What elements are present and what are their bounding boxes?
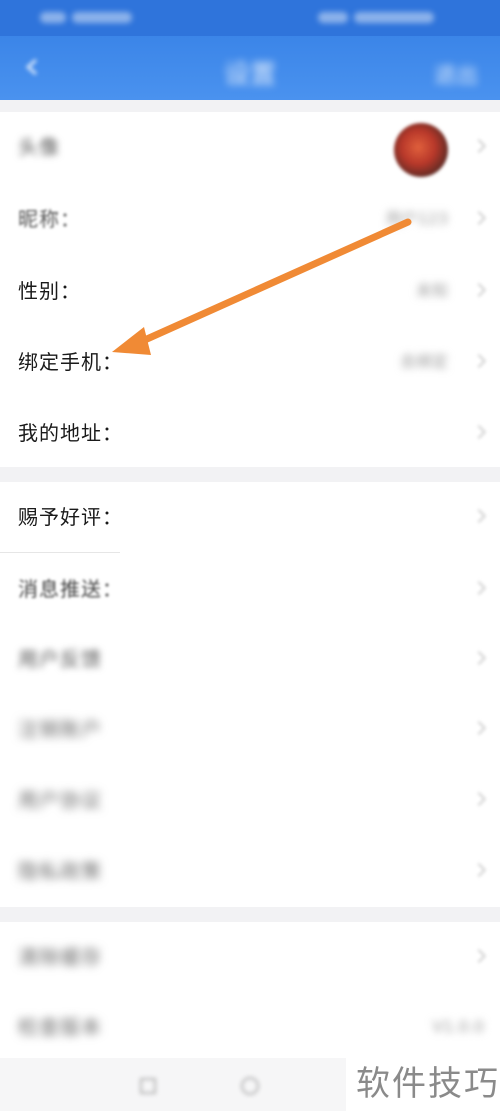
chevron-right-icon (471, 862, 487, 878)
page-title: 设置 (223, 60, 276, 90)
chevron-right-icon (471, 138, 487, 154)
settings-group: 赐予好评： 消息推送： 用户反馈 注销账户 用户协议 隐私政策 (0, 482, 500, 907)
chevron-right-icon (471, 353, 487, 369)
bind-phone-row[interactable]: 绑定手机： 去绑定 (0, 327, 500, 397)
bind-phone-label: 绑定手机： (18, 350, 123, 374)
privacy-label: 隐私政策 (18, 859, 102, 883)
menu-icon[interactable] (138, 1076, 158, 1096)
chevron-right-icon (471, 650, 487, 666)
deactivate-label: 注销账户 (18, 717, 102, 741)
nickname-label: 昵称： (18, 207, 81, 231)
push-row[interactable]: 消息推送： (0, 554, 500, 624)
logout-button[interactable]: 退出 (434, 58, 478, 90)
nickname-value: 用户123 (385, 209, 448, 228)
feedback-row[interactable]: 用户反馈 (0, 624, 500, 694)
chevron-right-icon (471, 282, 487, 298)
deactivate-row[interactable]: 注销账户 (0, 694, 500, 764)
gender-row[interactable]: 性别： 未知 (0, 256, 500, 326)
nickname-row[interactable]: 昵称： 用户123 (0, 184, 500, 254)
chevron-right-icon (471, 210, 487, 226)
more-group: 清除缓存 检查版本 V1.0.0 (0, 922, 500, 1058)
status-text-right (354, 12, 434, 23)
clear-cache-label: 清除缓存 (18, 945, 102, 969)
row-divider (0, 552, 120, 553)
status-bar (0, 0, 500, 36)
battery-icon (318, 12, 348, 23)
app-bar: 设置 退出 (0, 36, 500, 100)
status-text-left (72, 12, 132, 23)
chevron-right-icon (471, 580, 487, 596)
gender-value: 未知 (415, 281, 448, 300)
address-row[interactable]: 我的地址： (0, 398, 500, 468)
chevron-right-icon (471, 720, 487, 736)
privacy-row[interactable]: 隐私政策 (0, 836, 500, 906)
clear-cache-row[interactable]: 清除缓存 (0, 922, 500, 992)
chevron-right-icon (471, 948, 487, 964)
push-label: 消息推送： (18, 577, 123, 601)
address-label: 我的地址： (18, 421, 123, 445)
watermark-text: 软件技巧 (356, 1064, 500, 1104)
signal-icon (40, 12, 66, 23)
rate-label: 赐予好评： (18, 505, 123, 529)
feedback-label: 用户反馈 (18, 647, 102, 671)
agreement-row[interactable]: 用户协议 (0, 765, 500, 835)
home-icon[interactable] (240, 1076, 260, 1096)
settings-screen: 设置 退出 头像 昵称： 用户123 性别： 未知 绑定手机： 去绑定 我的地址… (0, 0, 500, 1111)
agreement-label: 用户协议 (18, 788, 102, 812)
chevron-right-icon (471, 791, 487, 807)
rate-row[interactable]: 赐予好评： (0, 482, 500, 552)
avatar[interactable] (394, 123, 448, 177)
version-label: 检查版本 (18, 1015, 102, 1039)
chevron-right-icon (471, 508, 487, 524)
watermark: 软件技巧 (346, 1052, 500, 1111)
gender-label: 性别： (18, 279, 81, 303)
avatar-label: 头像 (18, 135, 60, 159)
chevron-right-icon (471, 424, 487, 440)
bind-phone-value: 去绑定 (399, 352, 448, 371)
